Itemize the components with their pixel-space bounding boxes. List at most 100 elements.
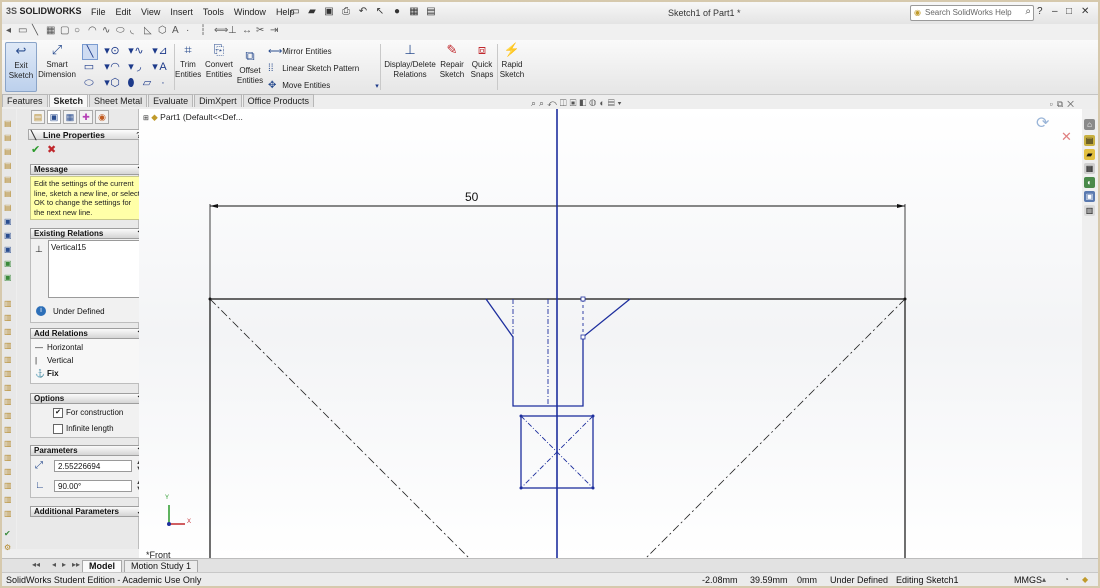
configuration-manager-tab-icon[interactable]: ▦ <box>63 110 77 124</box>
save-icon[interactable]: ▣ <box>322 5 336 19</box>
file-properties-icon[interactable]: ▦ <box>407 5 421 19</box>
relations-icon[interactable]: ⊥ <box>228 25 237 36</box>
repair-sketch-button[interactable]: ✎ Repair Sketch <box>438 42 466 80</box>
add-relation-fix[interactable]: ⚓ Fix <box>35 369 59 378</box>
dimxpert-manager-tab-icon[interactable]: ✚ <box>79 110 93 124</box>
close-icon[interactable]: ✕ <box>1081 6 1089 17</box>
toolbar-icon[interactable]: ▥ <box>4 369 14 379</box>
print-icon[interactable]: ⎙ <box>339 5 353 19</box>
tab-sketch[interactable]: Sketch <box>48 94 89 107</box>
custom-properties-icon[interactable]: ▣ <box>1084 191 1095 202</box>
toolbar-icon[interactable]: ▥ <box>4 453 14 463</box>
menu-window[interactable]: Window <box>229 7 271 17</box>
construction-line-left[interactable] <box>209 298 470 558</box>
window-minimize-icon[interactable]: ▫ <box>1050 99 1057 109</box>
add-relations-header[interactable]: Add Relations⌃ <box>30 328 147 339</box>
menu-edit[interactable]: Edit <box>111 7 137 17</box>
toolbar-icon[interactable]: ▥ <box>4 383 14 393</box>
toolbar-icon[interactable]: ▣ <box>4 231 14 241</box>
search-help-input[interactable]: Search SolidWorks Help ◉ ⌕ <box>910 5 1034 21</box>
view-palette-icon[interactable]: ▦ <box>1084 163 1095 174</box>
dimension-value[interactable]: 50 <box>465 190 478 204</box>
toolbar-icon[interactable]: ▤ <box>4 119 14 129</box>
display-delete-relations-button[interactable]: ⊥ Display/Delete Relations <box>383 42 437 80</box>
toolbar-icon[interactable]: ⚙ <box>4 543 14 553</box>
toolbar-icon[interactable]: ▤ <box>4 203 14 213</box>
appearance-icon[interactable]: ◐ <box>599 98 607 108</box>
add-relation-horizontal[interactable]: — Horizontal <box>35 343 83 352</box>
rectangle-icon[interactable]: ▢ <box>60 25 69 36</box>
text-icon[interactable]: A <box>172 25 179 36</box>
polygon-tool-icon[interactable]: ⬡ <box>108 76 122 90</box>
offset-entities-button[interactable]: ⧉ Offset Entities <box>236 48 264 86</box>
point-icon[interactable]: · <box>186 25 189 36</box>
toolbar-icon[interactable]: ▣ <box>4 245 14 255</box>
view-settings-icon[interactable]: ▾ <box>618 98 625 108</box>
fillet-tool-icon[interactable]: ◞ <box>132 60 146 74</box>
graphics-area[interactable]: ⌕⌕↶◫▣◧◍◐▤▾ ▫⧉✕ ⊞ ◆ Part1 (Default<<Def..… <box>139 98 1082 560</box>
select-arrow-icon[interactable]: ↖ <box>373 5 387 19</box>
move-entities-button[interactable]: ✥ Move Entities <box>268 80 330 91</box>
toolbar-icon[interactable]: ▥ <box>4 313 14 323</box>
units-dropdown-icon[interactable]: ▴ <box>1042 573 1046 586</box>
pin-icon[interactable]: ◂ <box>6 25 11 36</box>
sketch-point[interactable] <box>903 297 907 301</box>
toolbar-icon[interactable]: ▥ <box>4 411 14 421</box>
view-orientation-icon[interactable]: ▣ <box>570 98 580 108</box>
ok-check-icon[interactable]: ✔ <box>31 143 40 156</box>
convert-entities-button[interactable]: ⎘ Convert Entities <box>204 42 234 80</box>
trim-entities-button[interactable]: ⌗ Trim Entities <box>175 42 201 80</box>
scroll-next-icon[interactable]: ▸ <box>62 560 66 569</box>
construction-line-right[interactable] <box>645 298 906 558</box>
scroll-first-icon[interactable]: ◂◂ <box>32 560 40 569</box>
rapid-sketch-button[interactable]: ⚡ Rapid Sketch <box>499 42 525 80</box>
grid-icon[interactable]: ▦ <box>46 25 55 36</box>
toolbar-icon[interactable]: ▥ <box>4 495 14 505</box>
sketch-point[interactable] <box>519 486 523 490</box>
menu-file[interactable]: File <box>86 7 111 17</box>
sketch-point[interactable] <box>519 414 523 418</box>
tab-features[interactable]: Features <box>2 94 48 107</box>
feature-manager-tab-icon[interactable]: ▤ <box>31 110 45 124</box>
toolbar-icon[interactable]: ▥ <box>4 481 14 491</box>
help-icon[interactable]: ? <box>1037 6 1043 17</box>
relations-list[interactable]: Vertical15 <box>48 240 148 298</box>
scroll-prev-icon[interactable]: ◂ <box>52 560 56 569</box>
sketch-point[interactable] <box>208 297 212 301</box>
toolbar-icon[interactable]: ▤ <box>4 133 14 143</box>
line-tool-icon[interactable]: ╲ <box>82 44 98 60</box>
existing-relations-header[interactable]: Existing Relations⌃ <box>30 228 147 239</box>
relation-item[interactable]: Vertical15 <box>51 243 145 252</box>
toolbar-icon[interactable]: ▥ <box>4 467 14 477</box>
plane-tool-icon[interactable]: ▱ <box>140 76 154 90</box>
zoom-to-fit-icon[interactable]: ⌕ <box>531 98 539 108</box>
endpoint-handle[interactable] <box>580 334 586 340</box>
fillet-icon[interactable]: ◟ <box>130 25 134 36</box>
forum-icon[interactable]: ▥ <box>1084 205 1095 216</box>
for-construction-checkbox[interactable]: ✔ For construction <box>53 408 123 418</box>
toolbar-icon[interactable]: ▥ <box>4 439 14 449</box>
options-header[interactable]: Options⌃ <box>30 393 147 404</box>
menu-view[interactable]: View <box>136 7 165 17</box>
window-restore-icon[interactable]: ⧉ <box>1057 99 1067 109</box>
ellipse-tool-icon[interactable]: ⬮ <box>124 76 138 90</box>
toolbar-icon[interactable]: ▥ <box>4 299 14 309</box>
toolbar-icon[interactable]: ▥ <box>4 341 14 351</box>
minimize-icon[interactable]: – <box>1052 6 1058 17</box>
sketch-point[interactable] <box>591 414 595 418</box>
point-tool-icon[interactable]: · <box>156 76 170 90</box>
toolbar-icon[interactable]: ▥ <box>4 397 14 407</box>
add-relation-vertical[interactable]: | Vertical <box>35 356 73 365</box>
tab-evaluate[interactable]: Evaluate <box>148 94 194 107</box>
help-status-icon[interactable]: ◔ <box>1064 573 1069 586</box>
trim-icon[interactable]: ✂ <box>256 25 264 36</box>
open-folder-icon[interactable]: ▰ <box>305 5 319 19</box>
section-view-icon[interactable]: ◫ <box>560 98 570 108</box>
previous-view-icon[interactable]: ↶ <box>547 98 560 108</box>
sketch-point[interactable] <box>591 486 595 490</box>
parameters-header[interactable]: Parameters⌃ <box>30 445 147 456</box>
dimension-icon[interactable]: ↔ <box>242 25 252 36</box>
linear-sketch-pattern-button[interactable]: ⁞⁞ Linear Sketch Pattern <box>268 63 359 74</box>
toolbar-icon[interactable]: ✔ <box>4 529 14 539</box>
infinite-length-checkbox[interactable]: Infinite length <box>53 424 114 434</box>
